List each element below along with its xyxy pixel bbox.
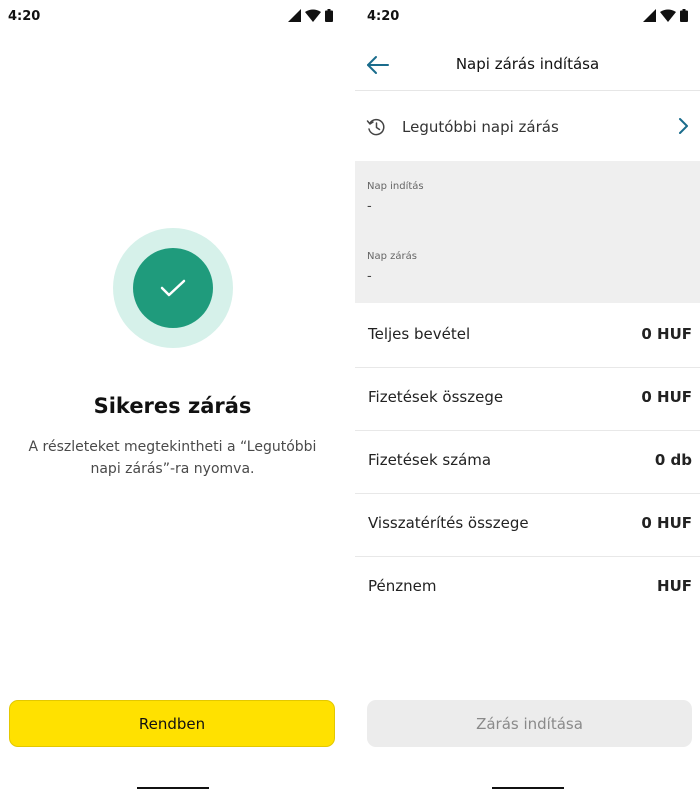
wifi-icon xyxy=(660,9,676,22)
row-label: Pénznem xyxy=(368,577,437,595)
success-description: A részleteket megtekintheti a “Legutóbbi… xyxy=(28,439,317,477)
row-label: Teljes bevétel xyxy=(368,325,471,343)
page-title: Napi zárás indítása xyxy=(455,55,600,73)
day-info-panel: Nap indítás - Nap zárás - xyxy=(355,161,700,303)
signal-icon xyxy=(643,9,656,22)
daily-closing-screen: 4:20 Napi zárás indítása Legutóbbi napi … xyxy=(355,0,700,789)
row-value: HUF xyxy=(657,577,692,595)
row-value: 0 db xyxy=(654,451,692,469)
wifi-icon xyxy=(305,9,321,22)
battery-icon xyxy=(680,9,688,22)
start-closing-button[interactable]: Zárás indítása xyxy=(367,700,692,747)
day-start-label: Nap indítás xyxy=(367,181,424,192)
status-time: 4:20 xyxy=(8,9,41,24)
history-icon xyxy=(366,118,385,136)
row-label: Fizetések összege xyxy=(368,388,504,406)
success-screen: 4:20 Sikeres zárás A részleteket megteki… xyxy=(0,0,345,789)
chevron-right-icon xyxy=(679,118,688,134)
recent-closing-link[interactable]: Legutóbbi napi zárás xyxy=(355,91,700,161)
status-time: 4:20 xyxy=(367,9,400,24)
table-row: Teljes bevétel 0 HUF xyxy=(355,304,700,368)
row-label: Fizetések száma xyxy=(368,451,492,469)
status-bar: 4:20 xyxy=(355,0,700,40)
success-title: Sikeres zárás xyxy=(93,394,252,418)
signal-icon xyxy=(288,9,301,22)
day-close-value: - xyxy=(367,269,372,284)
table-row: Fizetések összege 0 HUF xyxy=(355,367,700,431)
checkmark-icon xyxy=(160,279,186,297)
ok-button[interactable]: Rendben xyxy=(9,700,335,747)
success-badge xyxy=(113,228,233,348)
row-value: 0 HUF xyxy=(641,325,692,343)
table-row: Pénznem HUF xyxy=(355,556,700,619)
row-value: 0 HUF xyxy=(641,514,692,532)
table-row: Visszatérítés összege 0 HUF xyxy=(355,493,700,557)
row-label: Visszatérítés összege xyxy=(368,514,529,532)
status-bar: 4:20 xyxy=(0,0,345,40)
app-bar: Napi zárás indítása xyxy=(355,40,700,91)
day-close-label: Nap zárás xyxy=(367,251,417,262)
recent-closing-label: Legutóbbi napi zárás xyxy=(402,118,559,136)
day-start-value: - xyxy=(367,199,372,214)
table-row: Fizetések száma 0 db xyxy=(355,430,700,494)
row-value: 0 HUF xyxy=(641,388,692,406)
battery-icon xyxy=(325,9,333,22)
